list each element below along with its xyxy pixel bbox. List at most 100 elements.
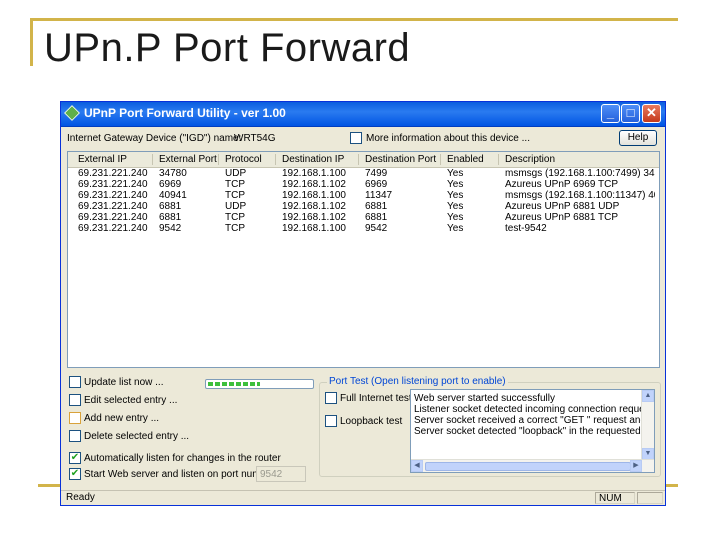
loopback-test-label: Loopback test: [340, 416, 403, 427]
edit-entry-checkbox[interactable]: [69, 394, 81, 406]
table-row[interactable]: 69.231.221.240 6881 UDP 192.168.1.102 6881 Ye…: [68, 201, 659, 212]
column-header[interactable]: Protocol: [225, 154, 262, 165]
destination-port-cell: 11347: [365, 190, 393, 201]
external-ip-cell: 69.231.221.240: [78, 168, 148, 179]
column-header[interactable]: Description: [505, 154, 555, 165]
enabled-cell: Yes: [447, 168, 464, 179]
external-port-cell: 6881: [159, 201, 182, 212]
column-header[interactable]: Destination Port: [365, 154, 436, 165]
protocol-cell: UDP: [225, 168, 247, 179]
slide-title: UPn.P Port Forward: [44, 26, 411, 70]
destination-ip-cell: 192.168.1.102: [282, 212, 346, 223]
destination-ip-cell: 192.168.1.102: [282, 179, 346, 190]
destination-ip-cell: 192.168.1.100: [282, 223, 346, 234]
external-ip-cell: 69.231.221.240: [78, 223, 148, 234]
external-port-cell: 9542: [159, 223, 182, 234]
app-icon: [64, 105, 80, 121]
maximize-button[interactable]: □: [621, 104, 640, 123]
full-internet-test-checkbox[interactable]: [325, 392, 337, 404]
slide-top-rule: [30, 18, 678, 21]
destination-port-cell: 6969: [365, 179, 388, 190]
status-panel-empty: [637, 492, 663, 504]
more-info-label: More information about this device ...: [366, 133, 530, 144]
external-port-cell: 6969: [159, 179, 182, 190]
progress-fill: [208, 382, 260, 386]
app-window: UPnP Port Forward Utility - ver 1.00 _ □…: [60, 101, 666, 506]
window-title: UPnP Port Forward Utility - ver 1.00: [84, 106, 286, 120]
auto-listen-label: Automatically listen for changes in the …: [84, 453, 281, 464]
scroll-thumb[interactable]: [425, 462, 631, 471]
gateway-name: WRT54G: [234, 133, 276, 144]
delete-entry-checkbox[interactable]: [69, 430, 81, 442]
description-cell: test-9542: [505, 223, 547, 234]
table-row[interactable]: 69.231.221.240 34780 UDP 192.168.1.100 7499 Y…: [68, 168, 659, 179]
status-bar: Ready NUM: [61, 490, 665, 506]
column-header[interactable]: Enabled: [447, 154, 484, 165]
log-line: Listener socket detected incoming connec…: [414, 404, 653, 415]
scroll-right-icon[interactable]: ▶: [630, 460, 642, 472]
help-button[interactable]: Help: [619, 130, 657, 146]
title-bar[interactable]: UPnP Port Forward Utility - ver 1.00 _ □…: [61, 102, 665, 127]
scroll-up-icon[interactable]: ▲: [642, 390, 654, 402]
destination-port-cell: 6881: [365, 212, 388, 223]
enabled-cell: Yes: [447, 212, 464, 223]
external-ip-cell: 69.231.221.240: [78, 190, 148, 201]
slide-left-rule: [30, 18, 33, 66]
update-progress-bar: [205, 379, 314, 389]
external-port-cell: 40941: [159, 190, 187, 201]
update-list-checkbox[interactable]: [69, 376, 81, 388]
table-row[interactable]: 69.231.221.240 9542 TCP 192.168.1.100 9542 Ye…: [68, 223, 659, 234]
add-entry-label: Add new entry ...: [84, 413, 160, 424]
external-ip-cell: 69.231.221.240: [78, 179, 148, 190]
check-icon: ✔: [70, 468, 80, 479]
destination-ip-cell: 192.168.1.100: [282, 190, 346, 201]
port-mapping-table[interactable]: External IP External Port Protocol Desti…: [67, 151, 660, 368]
loopback-test-checkbox[interactable]: [325, 415, 337, 427]
column-header[interactable]: External Port: [159, 154, 217, 165]
destination-ip-cell: 192.168.1.100: [282, 168, 346, 179]
external-ip-cell: 69.231.221.240: [78, 212, 148, 223]
table-row[interactable]: 69.231.221.240 40941 TCP 192.168.1.100 11347…: [68, 190, 659, 201]
enabled-cell: Yes: [447, 201, 464, 212]
column-header[interactable]: Destination IP: [282, 154, 344, 165]
add-entry-checkbox[interactable]: [69, 412, 81, 424]
log-line: Server socket received a correct "GET " …: [414, 415, 655, 426]
num-lock-indicator: NUM: [595, 492, 635, 504]
status-text: Ready: [66, 492, 95, 503]
log-horizontal-scrollbar[interactable]: ◀ ▶: [411, 459, 654, 472]
protocol-cell: TCP: [225, 190, 245, 201]
log-vertical-scrollbar[interactable]: ▲ ▼: [641, 390, 654, 460]
start-web-label: Start Web server and listen on port numb…: [84, 469, 278, 480]
gateway-label: Internet Gateway Device ("IGD") name:: [67, 133, 242, 144]
auto-listen-checkbox[interactable]: ✔: [69, 452, 81, 464]
external-port-cell: 6881: [159, 212, 182, 223]
edit-entry-label: Edit selected entry ...: [84, 395, 178, 406]
more-info-checkbox[interactable]: [350, 132, 362, 144]
external-port-cell: 34780: [159, 168, 187, 179]
enabled-cell: Yes: [447, 190, 464, 201]
column-header[interactable]: External IP: [78, 154, 127, 165]
full-internet-test-label: Full Internet test: [340, 393, 412, 404]
start-web-checkbox[interactable]: ✔: [69, 468, 81, 480]
table-row[interactable]: 69.231.221.240 6881 TCP 192.168.1.102 6881 Ye…: [68, 212, 659, 223]
external-ip-cell: 69.231.221.240: [78, 201, 148, 212]
log-line: Server socket detected "loopback" in the…: [414, 426, 655, 437]
description-cell: Azureus UPnP 6969 TCP: [505, 179, 619, 190]
enabled-cell: Yes: [447, 179, 464, 190]
delete-entry-label: Delete selected entry ...: [84, 431, 190, 442]
scroll-left-icon[interactable]: ◀: [411, 460, 423, 472]
protocol-cell: TCP: [225, 212, 245, 223]
enabled-cell: Yes: [447, 223, 464, 234]
minimize-button[interactable]: _: [601, 104, 620, 123]
destination-port-cell: 7499: [365, 168, 388, 179]
close-button[interactable]: ✕: [642, 104, 661, 123]
protocol-cell: TCP: [225, 223, 245, 234]
destination-ip-cell: 192.168.1.102: [282, 201, 346, 212]
description-cell: Azureus UPnP 6881 TCP: [505, 212, 619, 223]
protocol-cell: TCP: [225, 179, 245, 190]
port-number-field[interactable]: 9542: [256, 466, 306, 482]
table-header: External IP External Port Protocol Desti…: [68, 152, 659, 168]
update-list-label: Update list now ...: [84, 377, 164, 388]
table-row[interactable]: 69.231.221.240 6969 TCP 192.168.1.102 6969 Ye…: [68, 179, 659, 190]
port-test-log[interactable]: Web server started successfully Listener…: [410, 389, 655, 473]
